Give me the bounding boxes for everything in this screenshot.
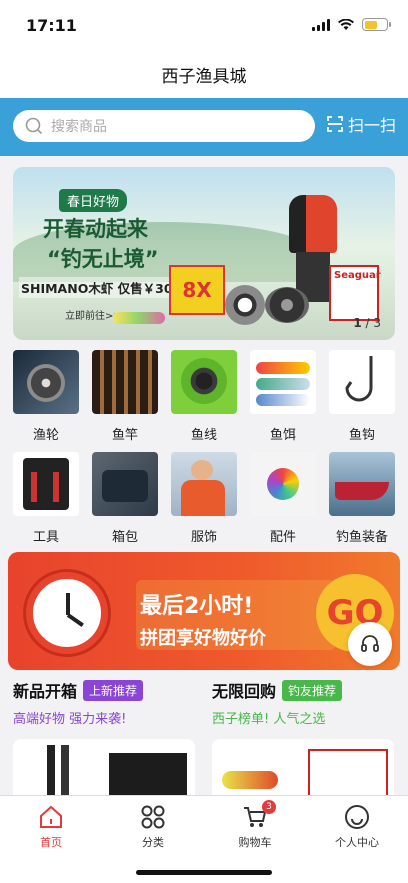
headset-icon	[361, 635, 379, 652]
scan-icon	[327, 116, 343, 132]
category-line[interactable]: 鱼线	[171, 350, 237, 443]
status-bar: 17:11	[0, 0, 408, 50]
pager-total: / 3	[365, 316, 382, 330]
tab-label: 首页	[40, 836, 62, 849]
banner-tag: 春日好物	[59, 189, 128, 212]
category-reel[interactable]: 渔轮	[13, 350, 79, 443]
tools-icon	[13, 452, 79, 516]
section-title: 无限回购	[212, 682, 277, 701]
search-input[interactable]: 搜索商品	[13, 110, 315, 142]
category-icon	[141, 805, 165, 829]
category-label: 箱包	[111, 530, 138, 545]
section-badge: 上新推荐	[83, 679, 144, 701]
category-label: 配件	[269, 530, 296, 545]
section-subtitle: 西子榜单! 人气之选	[212, 712, 326, 727]
jacket-image	[289, 195, 337, 253]
bag-icon	[92, 452, 158, 516]
seaguar-brand: Seaguar	[334, 270, 381, 281]
tab-label: 购物车	[238, 836, 272, 849]
category-label: 鱼线	[190, 428, 217, 443]
category-hook[interactable]: 鱼钩	[329, 350, 395, 443]
tab-cart[interactable]: 3 购物车	[220, 800, 290, 850]
tab-label: 个人中心	[335, 836, 379, 849]
pager-current: 1	[353, 316, 362, 330]
tab-category[interactable]: 分类	[118, 802, 188, 850]
box-line-label: 8X	[182, 278, 212, 302]
hook-icon	[329, 350, 395, 414]
banner-offer: SHIMANO木虾 仅售￥30	[19, 277, 175, 298]
category-label: 鱼钩	[348, 428, 375, 443]
search-placeholder: 搜索商品	[51, 119, 107, 135]
section-badge: 钓友推荐	[282, 679, 343, 701]
cellular-signal-icon	[312, 18, 330, 31]
customer-service-button[interactable]	[348, 622, 392, 666]
tab-home[interactable]: 首页	[16, 802, 86, 850]
category-lure[interactable]: 鱼饵	[250, 350, 316, 443]
search-icon	[25, 117, 43, 135]
battery-icon	[362, 18, 391, 31]
category-tools[interactable]: 工具	[13, 452, 79, 545]
home-indicator	[136, 870, 272, 875]
category-gear[interactable]: 钓鱼装备	[329, 452, 395, 545]
accessory-icon	[250, 452, 316, 516]
reel-image	[265, 287, 309, 323]
tab-profile[interactable]: 个人中心	[322, 802, 392, 850]
section-repurchase[interactable]: 无限回购 钓友推荐 西子榜单! 人气之选	[212, 678, 394, 809]
category-rod[interactable]: 鱼竿	[92, 350, 158, 443]
boat-icon	[329, 452, 395, 516]
home-icon	[40, 805, 62, 828]
scan-label: 扫一扫	[347, 116, 396, 135]
fishing-line-icon	[171, 350, 237, 414]
section-new-arrivals[interactable]: 新品开箱 上新推荐 高端好物 强力来袭!	[13, 678, 195, 809]
fishing-line-box-image: 8X	[169, 265, 225, 315]
alarm-clock-icon	[26, 572, 108, 654]
seaguar-box-image: Seaguar	[329, 265, 381, 321]
banner-headline-1: 开春动起来	[43, 217, 148, 241]
promo-banner-carousel[interactable]: 春日好物 开春动起来 “钓无止境” SHIMANO木虾 仅售￥30 立即前往>>…	[13, 167, 395, 340]
category-label: 鱼竿	[111, 428, 138, 443]
scan-button[interactable]: 扫一扫	[326, 112, 396, 136]
search-area: 搜索商品 扫一扫	[0, 98, 408, 156]
status-time: 17:11	[26, 16, 77, 35]
status-icons	[312, 18, 391, 31]
promo-subline: 拼团享好物好价	[140, 628, 266, 649]
carousel-pager: 1 / 3	[353, 316, 381, 330]
category-label: 服饰	[190, 530, 217, 545]
bottom-tab-bar: 首页 分类 3 购物车 个人中心	[0, 795, 408, 883]
wifi-icon	[338, 18, 354, 30]
category-label: 钓鱼装备	[335, 530, 388, 545]
cart-count-badge: 3	[262, 800, 276, 814]
navigation-bar: 西子渔具城	[0, 50, 408, 98]
category-bag[interactable]: 箱包	[92, 452, 158, 545]
apparel-icon	[171, 452, 237, 516]
category-label: 渔轮	[32, 428, 59, 443]
lure-icon	[250, 350, 316, 414]
rod-icon	[92, 350, 158, 414]
page-title: 西子渔具城	[161, 66, 247, 87]
section-subtitle: 高端好物 强力来袭!	[13, 712, 127, 727]
banner-headline-2: “钓无止境”	[47, 247, 159, 271]
promo-headline: 最后2小时!	[140, 594, 254, 619]
category-label: 鱼饵	[269, 428, 296, 443]
category-apparel[interactable]: 服饰	[171, 452, 237, 545]
tab-label: 分类	[142, 836, 164, 849]
group-buy-promo-banner[interactable]: 最后2小时! 拼团享好物好价 GO	[8, 552, 400, 670]
reel-icon	[13, 350, 79, 414]
lure-image	[113, 312, 165, 324]
smiley-user-icon	[345, 805, 369, 829]
section-title: 新品开箱	[13, 682, 78, 701]
category-label: 工具	[32, 530, 59, 545]
line-spool-image	[225, 285, 265, 325]
category-accessory[interactable]: 配件	[250, 452, 316, 545]
